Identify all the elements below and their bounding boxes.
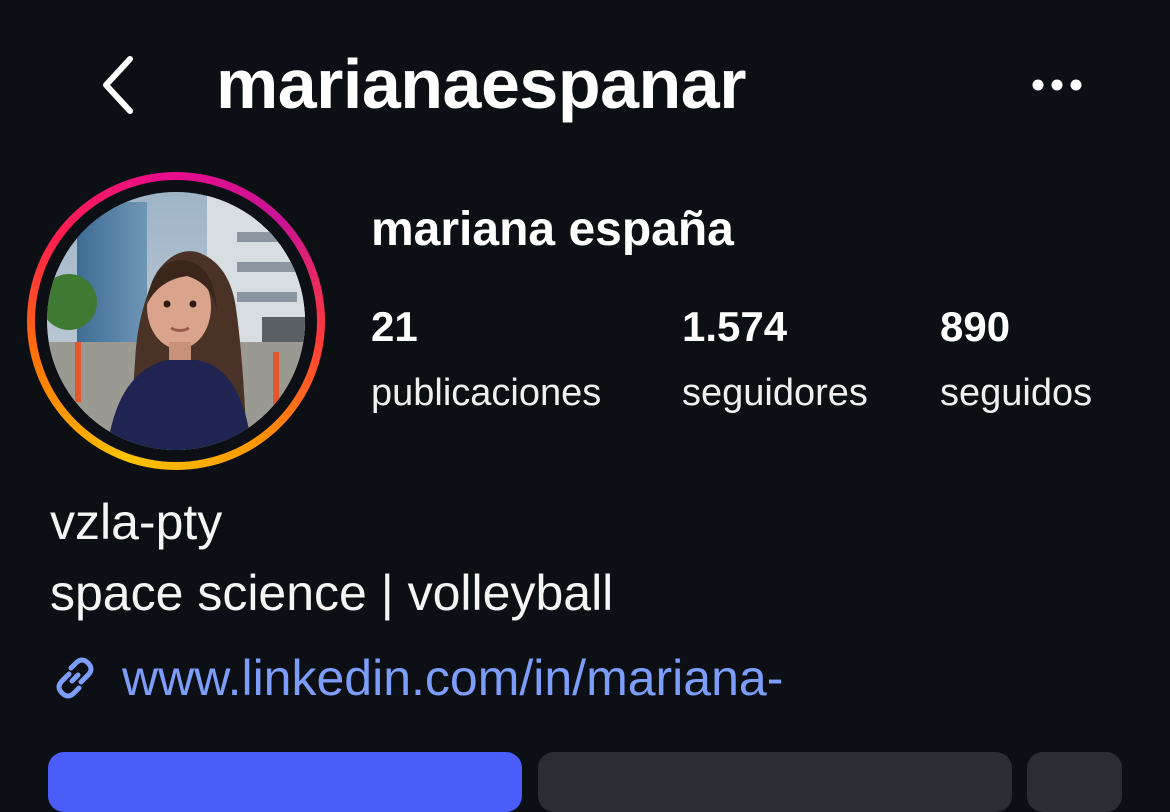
stat-label: publicaciones (371, 372, 602, 414)
bio-line: vzla-pty (50, 494, 223, 550)
stat-seguidores[interactable]: 1.574 seguidores (682, 302, 868, 418)
bio-line: space science | volleyball (50, 565, 614, 621)
suggestions-button[interactable] (1027, 752, 1122, 812)
profile-link[interactable]: www.linkedin.com/in/mariana- (48, 648, 783, 708)
chevron-left-icon (103, 56, 133, 114)
stat-count: 890 (940, 303, 1011, 350)
stat-seguidos[interactable]: 890 seguidos (940, 302, 1092, 418)
profile-username: marianaespanar (216, 45, 746, 123)
top-bar: marianaespanar (0, 0, 1170, 170)
profile-display-name: mariana españa (371, 203, 734, 256)
avatar[interactable] (47, 192, 305, 450)
stat-label: seguidos (940, 372, 1093, 414)
link-icon (56, 657, 94, 699)
avatar-photo (47, 192, 305, 450)
stat-publicaciones[interactable]: 21 publicaciones (371, 302, 601, 418)
stat-count: 21 (371, 303, 418, 350)
story-ring[interactable] (27, 172, 325, 470)
back-button[interactable] (88, 50, 148, 120)
more-options-button[interactable] (1022, 60, 1092, 110)
stat-count: 1.574 (682, 303, 788, 350)
stat-label: seguidores (682, 372, 868, 414)
link-text: www.linkedin.com/in/mariana- (122, 650, 784, 706)
follow-button[interactable] (48, 752, 522, 812)
more-horizontal-icon (1032, 79, 1082, 91)
message-button[interactable] (538, 752, 1012, 812)
